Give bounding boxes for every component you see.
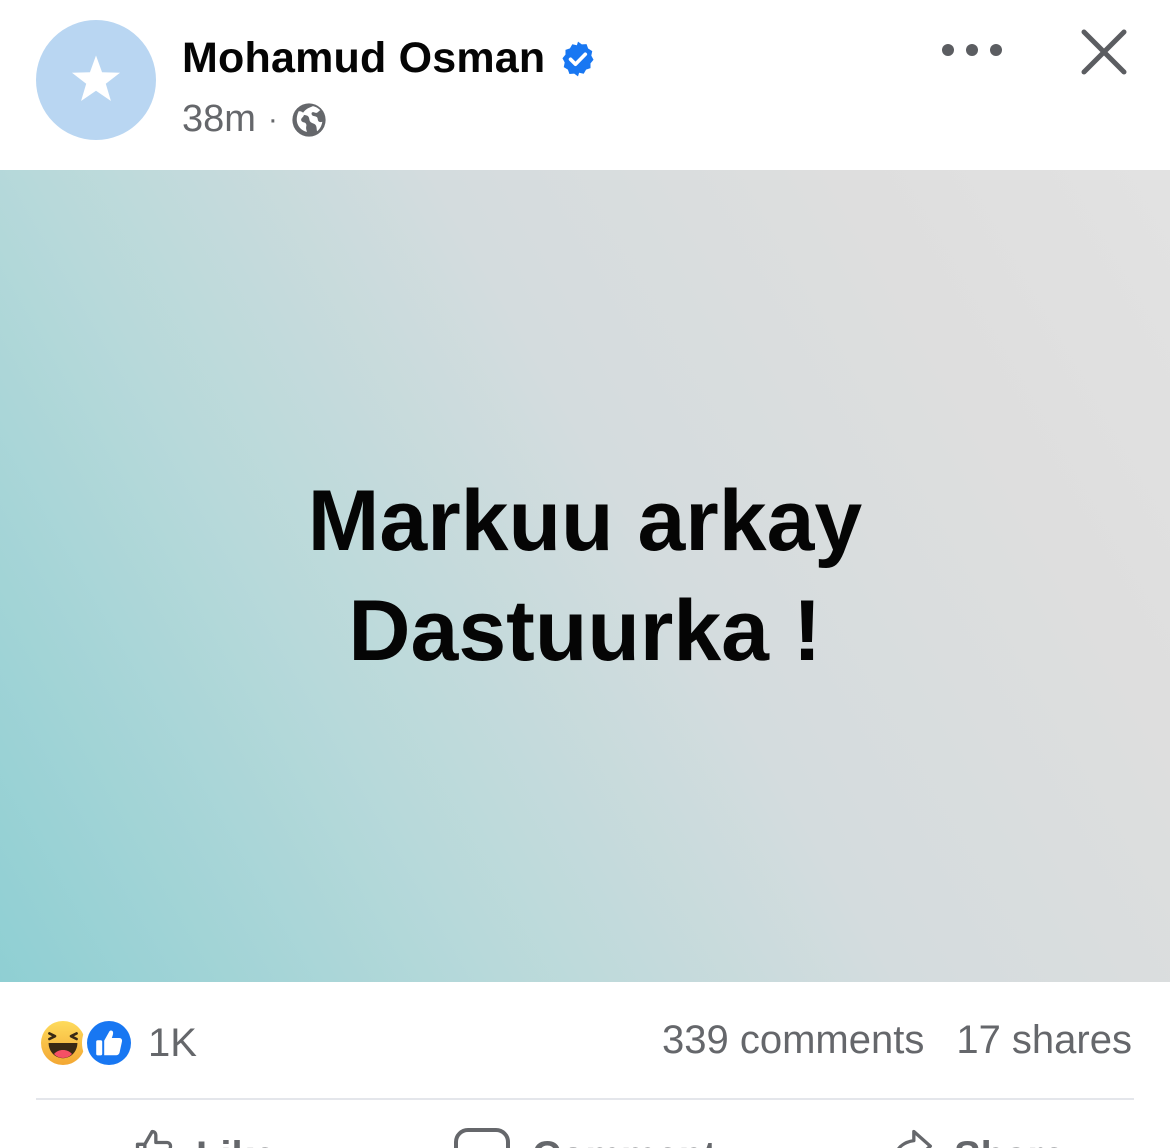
timestamp[interactable]: 38m [182,98,256,141]
comment-label: Comment [532,1134,716,1148]
shares-count[interactable]: 17 shares [956,1018,1132,1063]
like-button[interactable]: Like [132,1126,276,1148]
author-name-text[interactable]: Mohamud Osman [182,34,545,83]
comment-button[interactable]: Comment [452,1126,716,1148]
more-dot [990,44,1002,56]
share-icon [897,1129,932,1148]
more-dot [942,44,954,56]
verified-badge-icon [562,41,594,76]
like-icon [135,1129,173,1148]
comment-icon [454,1128,510,1148]
meta-separator: · [267,102,278,136]
post-viewer: Mohamud Osman 38m · Markuu arkay Dastuur… [0,0,1170,1148]
post-meta: 38m · [182,98,328,141]
more-options-icon[interactable] [942,28,1002,72]
close-icon[interactable] [1076,24,1132,80]
reaction-count[interactable]: 1K [148,1021,197,1066]
more-dot [966,44,978,56]
engagement-counts: 339 comments 17 shares [662,1018,1132,1063]
author-name[interactable]: Mohamud Osman [182,34,597,83]
post-text: Markuu arkay Dastuurka ! [308,466,863,686]
post-text-line-1: Markuu arkay [307,473,863,569]
post-text-line-2: Dastuurka ! [348,583,822,679]
divider [36,1098,1134,1100]
like-label: Like [196,1134,276,1148]
globe-icon[interactable] [290,101,328,139]
reactions-summary[interactable]: 1K [36,1016,197,1070]
like-reaction-icon [82,1016,136,1070]
avatar[interactable] [36,20,156,140]
star-icon [71,55,121,101]
comments-count[interactable]: 339 comments [662,1018,924,1063]
share-button[interactable]: Share [890,1126,1065,1148]
share-label: Share [954,1134,1065,1148]
post-text-banner[interactable]: Markuu arkay Dastuurka ! [0,170,1170,982]
